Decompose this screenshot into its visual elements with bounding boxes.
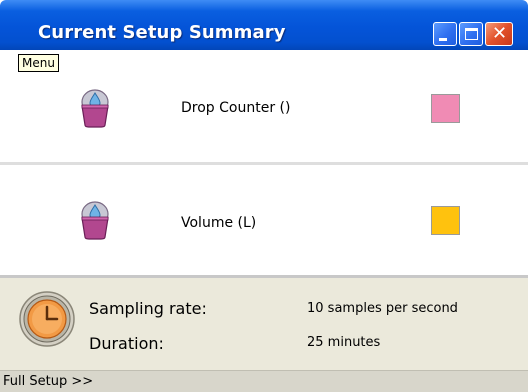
duration-label: Duration:	[89, 334, 164, 353]
duration-value: 25 minutes	[307, 335, 381, 350]
sensor-color-swatch[interactable]	[431, 94, 460, 123]
menu-tooltip: Menu	[18, 54, 59, 72]
sampling-rate-label: Sampling rate:	[89, 299, 207, 318]
minimize-button[interactable]	[433, 22, 457, 46]
minimize-icon	[439, 38, 447, 41]
sensor-row-drop-counter: Drop Counter ()	[0, 50, 528, 160]
sampling-rate-value: 10 samples per second	[307, 301, 458, 316]
window-title: Current Setup Summary	[38, 22, 286, 43]
sensor-color-swatch[interactable]	[431, 206, 460, 235]
row-divider	[0, 162, 528, 165]
maximize-button[interactable]	[459, 22, 483, 46]
full-setup-link[interactable]: Full Setup >>	[3, 374, 93, 389]
sensor-row-volume: Volume (L)	[0, 166, 528, 276]
close-button[interactable]: ✕	[485, 22, 513, 46]
drop-counter-icon	[81, 89, 109, 128]
sensor-label: Drop Counter ()	[181, 100, 291, 116]
clock-icon[interactable]	[18, 290, 76, 348]
close-icon: ✕	[492, 23, 508, 44]
drop-counter-icon	[81, 201, 109, 240]
data-collection-summary: Sampling rate: 10 samples per second Dur…	[0, 278, 528, 370]
footer-bar: Full Setup >>	[0, 370, 528, 392]
title-bar[interactable]: Current Setup Summary ✕	[0, 0, 528, 50]
sensor-label: Volume (L)	[181, 215, 257, 231]
maximize-icon	[465, 28, 478, 40]
